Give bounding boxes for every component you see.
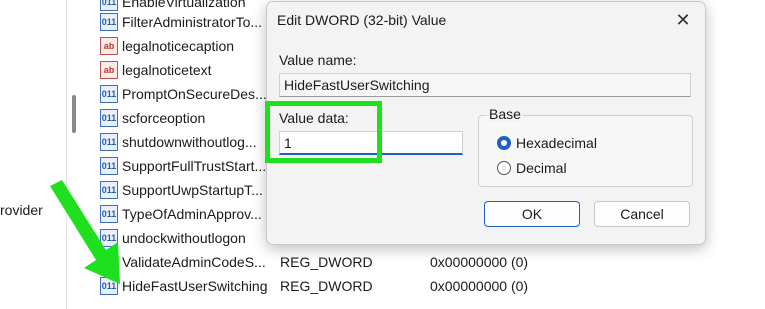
registry-value-name: EnableVirtualization <box>122 0 246 10</box>
registry-value-name: SupportUwpStartupT... <box>122 182 263 198</box>
registry-value-name: legalnoticecaption <box>122 38 235 54</box>
tree-item-text[interactable]: rovider <box>0 202 43 218</box>
registry-value-type: REG_DWORD <box>280 278 373 294</box>
registry-value-name: TypeOfAdminApprov... <box>122 206 262 222</box>
close-icon[interactable]: ✕ <box>669 8 697 32</box>
base-label: Base <box>487 106 523 122</box>
registry-value-name: SupportFullTrustStart... <box>122 158 267 174</box>
value-name-label: Value name: <box>279 52 357 68</box>
cancel-button[interactable]: Cancel <box>594 201 690 227</box>
dialog-title: Edit DWORD (32-bit) Value <box>277 12 447 28</box>
radio-hexadecimal[interactable]: Hexadecimal <box>497 135 597 151</box>
radio-decimal[interactable]: Decimal <box>497 160 567 176</box>
string-value-icon: ab <box>100 37 118 55</box>
binary-value-icon: 011 <box>100 13 118 31</box>
binary-value-icon: 011 <box>100 85 118 103</box>
registry-row[interactable]: 011 HideFastUserSwitching REG_DWORD 0x00000… <box>94 274 765 298</box>
binary-value-icon: 011 <box>100 133 118 151</box>
radio-hexadecimal-label: Hexadecimal <box>516 135 597 151</box>
ok-button[interactable]: OK <box>484 201 580 227</box>
radio-decimal-label: Decimal <box>516 160 567 176</box>
green-highlight-box <box>265 101 382 163</box>
binary-value-icon: 011 <box>100 157 118 175</box>
green-arrow-annotation <box>50 180 120 284</box>
registry-row[interactable]: 011ValidateAdminCodeS...REG_DWORD0x00000… <box>94 250 765 274</box>
binary-value-icon: 011 <box>100 109 118 127</box>
registry-value-name: ValidateAdminCodeS... <box>122 254 266 270</box>
registry-value-name: PromptOnSecureDes... <box>122 86 267 102</box>
registry-value-name: shutdownwithoutlog... <box>122 134 257 150</box>
registry-value-data: 0x00000000 (0) <box>430 278 529 294</box>
string-value-icon: ab <box>100 61 118 79</box>
registry-value-data: 0x00000000 (0) <box>430 254 529 270</box>
radio-checked-icon[interactable] <box>497 136 511 150</box>
tree-scrollbar-thumb[interactable] <box>72 95 76 133</box>
radio-unchecked-icon[interactable] <box>497 161 511 175</box>
value-name-field[interactable]: HideFastUserSwitching <box>279 73 691 97</box>
registry-value-name: FilterAdministratorTo... <box>122 14 263 30</box>
registry-value-name: scforceoption <box>122 110 206 126</box>
registry-value-type: REG_DWORD <box>280 254 373 270</box>
base-group: Base Hexadecimal Decimal <box>478 106 693 187</box>
registry-value-name: HideFastUserSwitching <box>122 278 268 294</box>
registry-value-name: legalnoticetext <box>122 62 212 78</box>
registry-value-name: undockwithoutlogon <box>122 230 246 246</box>
